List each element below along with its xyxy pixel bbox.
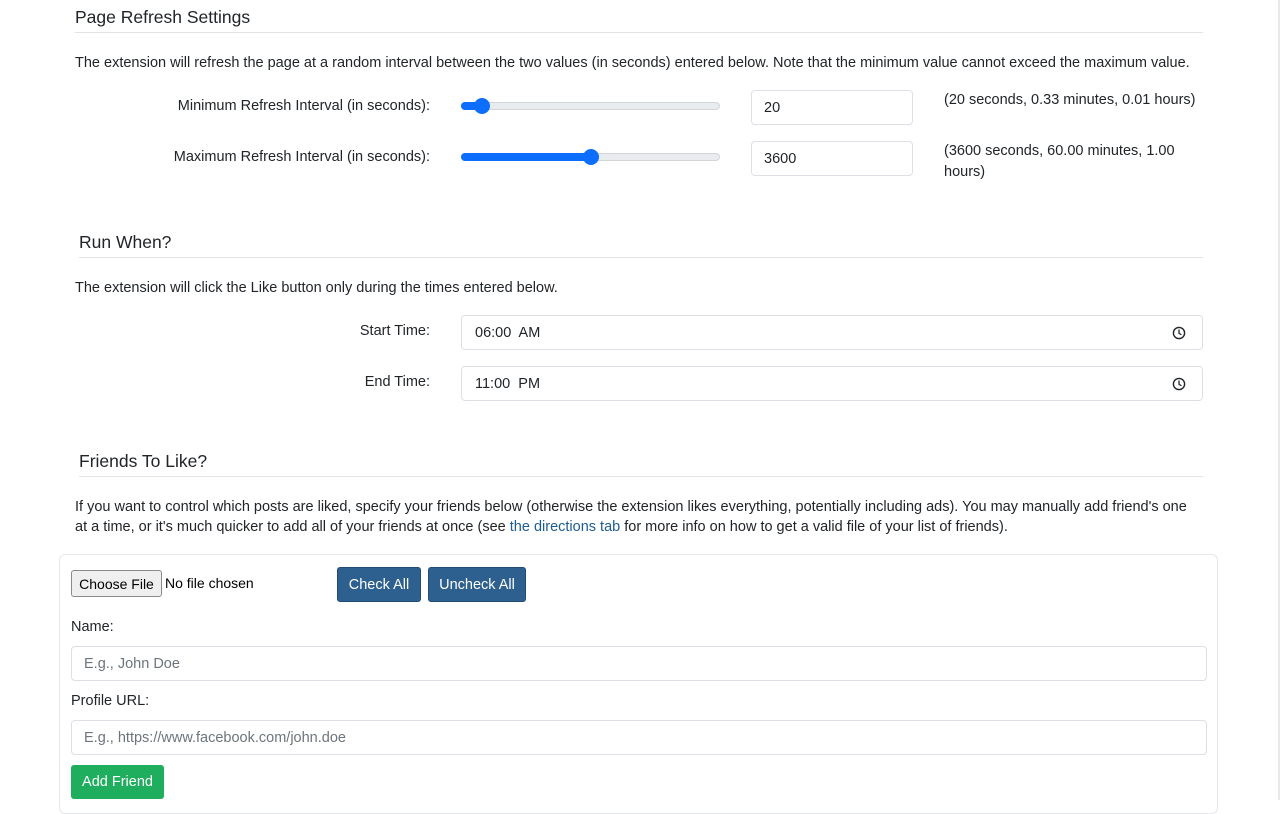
choose-file-button[interactable]: Choose File: [71, 570, 162, 597]
refresh-section-title: Page Refresh Settings: [75, 7, 251, 27]
run-when-description: The extension will click the Like button…: [75, 280, 558, 296]
name-label: Name:: [71, 619, 114, 635]
min-interval-note: (20 seconds, 0.33 minutes, 0.01 hours): [944, 92, 1196, 108]
refresh-divider: [75, 32, 1203, 33]
max-interval-label: Maximum Refresh Interval (in seconds):: [173, 149, 430, 165]
max-interval-input[interactable]: 3600: [751, 141, 913, 176]
end-time-value: 11:00 PM: [475, 375, 541, 392]
slider-track: [461, 102, 720, 110]
name-input[interactable]: E.g., John Doe: [71, 646, 1207, 681]
friends-description-post: for more info on how to get a valid file…: [620, 519, 1008, 535]
run-when-divider: [79, 257, 1203, 258]
no-file-text: No file chosen: [165, 575, 254, 591]
profile-url-input[interactable]: E.g., https://www.facebook.com/john.doe: [71, 720, 1207, 755]
friends-description-line1: If you want to control which posts are l…: [75, 499, 1187, 515]
run-when-section-title: Run When?: [79, 232, 172, 252]
max-interval-slider[interactable]: [461, 147, 720, 169]
friends-description-pre: at a time, or it's much quicker to add a…: [75, 519, 510, 535]
start-time-value: 06:00 AM: [475, 324, 541, 341]
refresh-description: The extension will refresh the page at a…: [75, 55, 1190, 71]
min-interval-label: Minimum Refresh Interval (in seconds):: [177, 98, 430, 114]
uncheck-all-button[interactable]: Uncheck All: [428, 567, 526, 602]
start-time-input[interactable]: 06:00 AM: [461, 315, 1203, 350]
clock-icon[interactable]: [1172, 377, 1186, 391]
min-interval-input[interactable]: 20: [751, 90, 913, 125]
end-time-input[interactable]: 11:00 PM: [461, 366, 1203, 401]
slider-thumb[interactable]: [474, 98, 490, 114]
slider-thumb[interactable]: [583, 149, 599, 165]
start-time-label: Start Time:: [359, 323, 430, 339]
check-all-button[interactable]: Check All: [337, 567, 421, 602]
profile-url-label: Profile URL:: [71, 693, 150, 709]
slider-fill: [461, 153, 591, 161]
friends-description-line2: at a time, or it's much quicker to add a…: [75, 517, 1008, 537]
min-interval-slider[interactable]: [461, 96, 720, 118]
add-friend-button[interactable]: Add Friend: [71, 765, 164, 799]
friends-card: Choose File No file chosen Check All Unc…: [59, 554, 1218, 814]
clock-icon[interactable]: [1172, 326, 1186, 340]
friends-section-title: Friends To Like?: [79, 451, 208, 471]
directions-tab-link[interactable]: the directions tab: [510, 519, 620, 535]
max-interval-note-line2: hours): [944, 164, 986, 180]
max-interval-note-line1: (3600 seconds, 60.00 minutes, 1.00: [944, 143, 1175, 159]
end-time-label: End Time:: [364, 374, 430, 390]
friends-divider: [79, 476, 1203, 477]
